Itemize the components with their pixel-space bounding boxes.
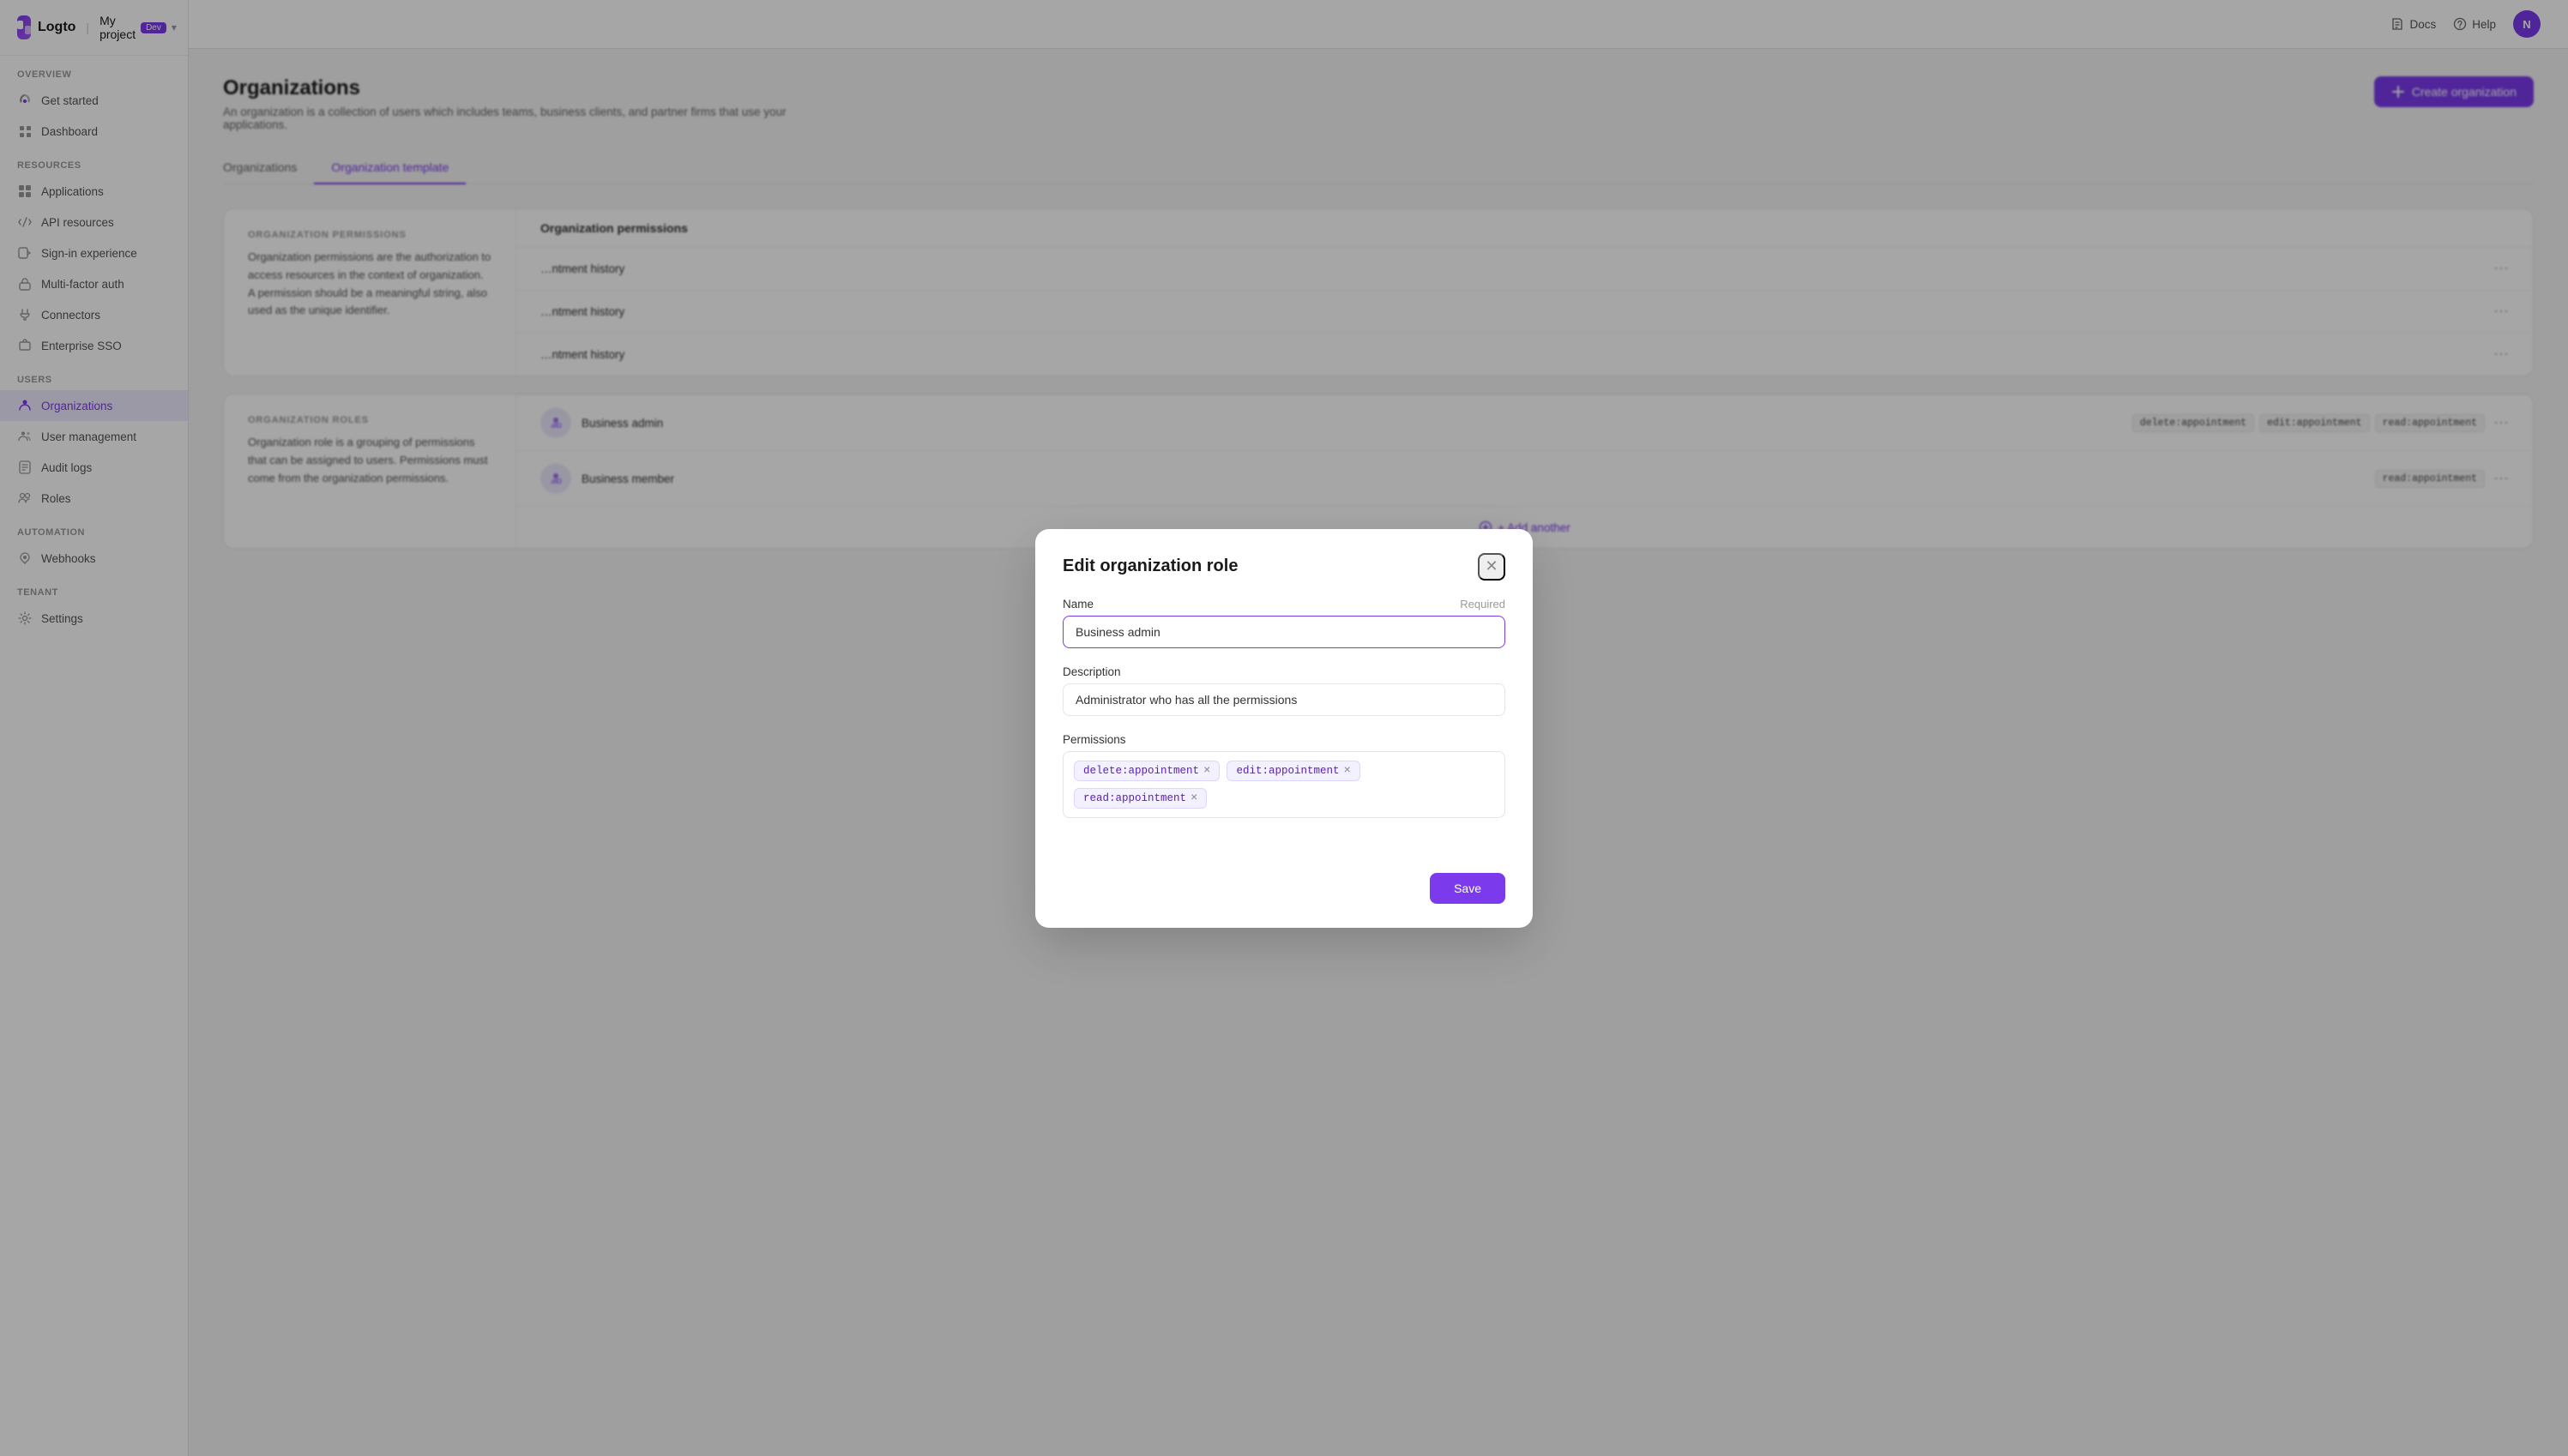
description-field-group: Description [1063, 665, 1505, 716]
permissions-field-group: Permissions delete:appointment × edit:ap… [1063, 733, 1505, 818]
name-input[interactable] [1063, 616, 1505, 648]
permission-chip-label: delete:appointment [1083, 765, 1199, 777]
close-icon: ✕ [1485, 557, 1498, 575]
permission-chip-edit: edit:appointment × [1227, 761, 1359, 781]
description-input[interactable] [1063, 683, 1505, 716]
permissions-label: Permissions [1063, 733, 1126, 746]
modal-overlay: Edit organization role ✕ Name Required [189, 0, 2568, 1456]
name-required: Required [1460, 598, 1505, 611]
name-label: Name [1063, 598, 1094, 611]
main-content: Docs Help N Organizations An organizatio… [189, 0, 2568, 1456]
description-label-row: Description [1063, 665, 1505, 678]
name-field-group: Name Required [1063, 598, 1505, 648]
remove-permission-button[interactable]: × [1343, 765, 1350, 777]
permission-chip-label: edit:appointment [1236, 765, 1339, 777]
permission-chip-read: read:appointment × [1074, 788, 1207, 809]
permissions-label-row: Permissions [1063, 733, 1505, 746]
modal-footer: Save [1035, 859, 1533, 928]
description-label: Description [1063, 665, 1121, 678]
modal-body: Name Required Description [1035, 598, 1533, 859]
modal-header: Edit organization role ✕ [1035, 529, 1533, 598]
remove-permission-button[interactable]: × [1203, 765, 1210, 777]
permission-chip-label: read:appointment [1083, 792, 1186, 804]
save-button[interactable]: Save [1430, 873, 1505, 904]
permission-chip-delete: delete:appointment × [1074, 761, 1220, 781]
remove-permission-button[interactable]: × [1191, 792, 1197, 804]
modal-title: Edit organization role [1063, 557, 1238, 576]
permissions-tags-area[interactable]: delete:appointment × edit:appointment × … [1063, 751, 1505, 818]
modal-close-button[interactable]: ✕ [1478, 553, 1505, 581]
edit-organization-role-modal: Edit organization role ✕ Name Required [1035, 529, 1533, 928]
name-label-row: Name Required [1063, 598, 1505, 611]
